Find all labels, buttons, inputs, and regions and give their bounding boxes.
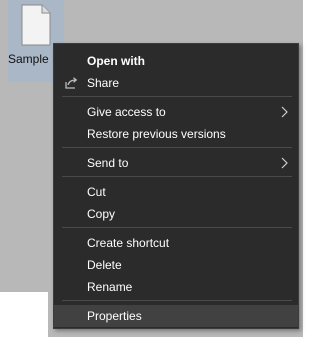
create-shortcut-item[interactable]: Create shortcut [54,232,298,254]
copy-label: Copy [87,207,116,221]
cut-label: Cut [87,185,106,199]
open-with-item[interactable]: Open with [54,50,298,72]
properties-label: Properties [87,309,142,323]
delete-label: Delete [87,258,122,272]
open-with-label: Open with [87,54,145,68]
menu-separator [62,96,292,97]
context-menu: Open with Share Give access to Restore p… [53,43,299,329]
share-label: Share [87,76,120,90]
send-to-item[interactable]: Send to [54,152,298,174]
rename-item[interactable]: Rename [54,276,298,298]
create-shortcut-label: Create shortcut [87,236,170,250]
menu-separator [62,176,292,177]
chevron-right-icon [281,157,288,169]
restore-previous-versions-label: Restore previous versions [87,127,226,141]
properties-item[interactable]: Properties [54,305,298,327]
menu-separator [62,300,292,301]
rename-label: Rename [87,280,133,294]
blank-file-icon [21,4,51,46]
send-to-label: Send to [87,156,129,170]
screen-area-blank [0,292,48,337]
chevron-right-icon [281,106,288,118]
share-icon [65,77,78,89]
delete-item[interactable]: Delete [54,254,298,276]
copy-item[interactable]: Copy [54,203,298,225]
cut-item[interactable]: Cut [54,181,298,203]
menu-separator [62,147,292,148]
give-access-item[interactable]: Give access to [54,101,298,123]
give-access-label: Give access to [87,105,166,119]
share-item[interactable]: Share [54,72,298,94]
menu-separator [62,227,292,228]
restore-previous-versions-item[interactable]: Restore previous versions [54,123,298,145]
